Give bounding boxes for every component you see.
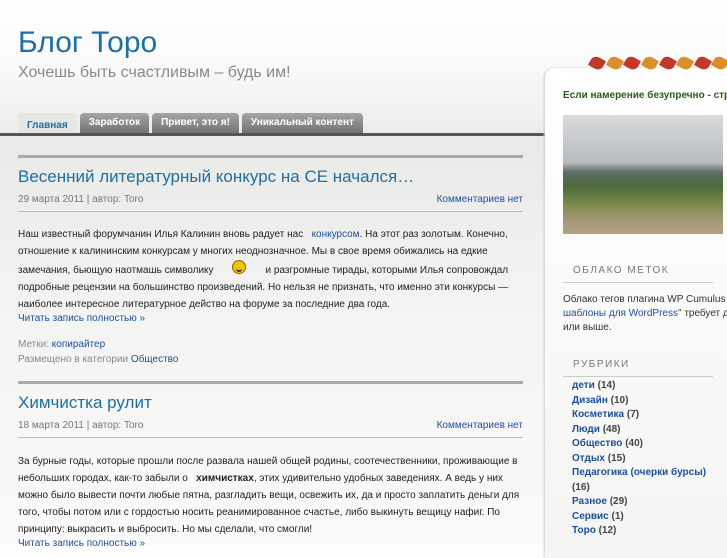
- category-count: (16): [572, 481, 590, 493]
- category-count: (7): [626, 409, 640, 420]
- category-count: (14): [597, 380, 616, 391]
- post: Весенний литературный конкурс на СЕ нача…: [18, 155, 523, 367]
- wp-templates-link[interactable]: шаблоны для WordPress: [563, 308, 678, 319]
- post-divider: [18, 381, 523, 384]
- category-count: (48): [602, 423, 621, 435]
- category-link[interactable]: Общество: [572, 438, 622, 449]
- text: Облако тегов плагина WP Cumulus: [563, 294, 726, 305]
- sidebar-quote: Если намерение безупречно - стр: [563, 90, 727, 101]
- category-link[interactable]: Торо: [572, 525, 596, 536]
- category-link[interactable]: Разное: [572, 496, 607, 507]
- category-link[interactable]: Дизайн: [572, 395, 608, 406]
- categories-title: РУБРИКИ: [563, 359, 713, 377]
- category-count: (12): [598, 525, 617, 536]
- category-item: Отдых (15): [572, 452, 706, 467]
- tab-about[interactable]: Привет, это я!: [152, 113, 239, 134]
- category-item: дети (14): [572, 379, 706, 394]
- tag-cloud-widget: Облако тегов плагина WP Cumulus шаблоны д…: [563, 293, 727, 335]
- post-date-author: 29 марта 2011 | автор: Toro: [18, 194, 144, 205]
- tags-label: Метки:: [18, 339, 49, 350]
- category-link[interactable]: Педагогика (очерки бурсы): [572, 467, 706, 478]
- comments-link[interactable]: Комментариев нет: [437, 194, 523, 205]
- category-count: (29): [609, 496, 628, 507]
- post-date-author: 18 марта 2011 | автор: Toro: [18, 420, 144, 431]
- tab-earnings[interactable]: Заработок: [79, 113, 150, 134]
- category-link[interactable]: дети: [572, 380, 595, 391]
- autumn-leaves-decoration: [587, 48, 727, 78]
- post-tags: Метки: копирайтер: [18, 337, 523, 352]
- category-count: (40): [625, 438, 643, 449]
- post-title[interactable]: Химчистка рулит: [18, 393, 523, 413]
- tag-link[interactable]: копирайтер: [52, 339, 105, 350]
- category-item: Общество (40): [572, 437, 706, 452]
- text: Наш известный форумчанин Илья Калинин вн…: [18, 229, 304, 240]
- contest-link[interactable]: конкурсом: [312, 229, 360, 240]
- comments-link[interactable]: Комментариев нет: [437, 420, 523, 431]
- category-link[interactable]: Люди: [572, 424, 600, 435]
- post-meta: 18 марта 2011 | автор: Toro Комментариев …: [18, 420, 523, 438]
- nav-bar-divider: [0, 133, 545, 136]
- post-excerpt: За бурные годы, которые прошли после раз…: [18, 453, 523, 538]
- category-item: Педагогика (очерки бурсы) (16): [572, 466, 706, 495]
- smiley-icon: [231, 260, 246, 274]
- category-link[interactable]: Отдых: [572, 453, 605, 464]
- post: Химчистка рулит 18 марта 2011 | автор: T…: [18, 381, 523, 550]
- read-more-link[interactable]: Читать запись полностью »: [18, 313, 523, 325]
- tag-cloud-title: ОБЛАКО МЕТОК: [563, 265, 713, 283]
- category-item: Сервис (1): [572, 510, 706, 525]
- category-count: (15): [607, 452, 626, 464]
- category-link[interactable]: Косметика: [572, 409, 624, 420]
- landscape-photo: [563, 115, 723, 234]
- category-count: (1): [611, 510, 624, 522]
- post-meta: 29 марта 2011 | автор: Toro Комментариев …: [18, 194, 523, 212]
- categories-list: дети (14) Дизайн (10) Косметика (7) Люди…: [572, 379, 706, 539]
- site-tagline: Хочешь быть счастливым – будь им!: [18, 64, 291, 81]
- tab-unique-content[interactable]: Уникальный контент: [241, 113, 363, 134]
- text: " требует д: [678, 308, 727, 319]
- post-divider: [18, 155, 523, 158]
- category-item: Торо (12): [572, 524, 706, 539]
- category-item: Разное (29): [572, 495, 706, 510]
- post-excerpt: Наш известный форумчанин Илья Калинин вн…: [18, 226, 523, 313]
- text: или выше.: [563, 322, 612, 333]
- read-more-link[interactable]: Читать запись полностью »: [18, 538, 523, 550]
- bold-text: химчистках: [196, 473, 254, 484]
- category-count: (10): [610, 394, 629, 406]
- category-item: Дизайн (10): [572, 394, 706, 409]
- category-link[interactable]: Сервис: [572, 511, 609, 522]
- category-label: Размещено в категории: [18, 354, 129, 365]
- category-item: Косметика (7): [572, 408, 706, 423]
- post-category: Размещено в категории Общество: [18, 352, 523, 367]
- post-title[interactable]: Весенний литературный конкурс на СЕ нача…: [18, 167, 523, 187]
- site-title[interactable]: Блог Торо: [18, 26, 157, 60]
- category-link[interactable]: Общество: [131, 354, 179, 365]
- category-item: Люди (48): [572, 423, 706, 438]
